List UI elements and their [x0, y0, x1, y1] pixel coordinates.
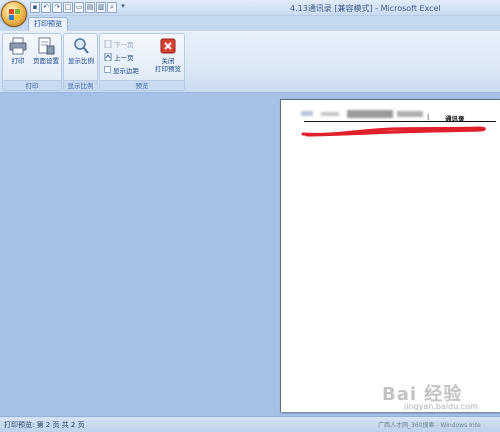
print-group-label: 打印 — [3, 80, 61, 90]
print-preview-icon[interactable]: ▤ — [85, 2, 95, 13]
page-setup-icon — [37, 37, 55, 55]
zoom-label: 显示比例 — [68, 57, 94, 65]
print-group: 打印 页面设置 打印 — [2, 33, 62, 91]
red-annotation-underline — [301, 126, 486, 137]
undo-icon[interactable]: ↶ — [41, 2, 51, 13]
preview-group-label: 预览 — [100, 80, 184, 90]
quick-print-icon[interactable]: ▥ — [96, 2, 106, 13]
next-page-label: 下一页 — [114, 40, 134, 49]
next-page-icon — [104, 39, 112, 48]
ribbon: 打印 页面设置 打印 显示比例 显示比例 下一页 上一页 显示边距 关闭 打印预… — [0, 31, 500, 93]
redacted-text — [397, 111, 423, 117]
page-setup-button[interactable]: 页面设置 — [32, 36, 60, 76]
close-label-line1: 关闭 — [161, 57, 175, 65]
print-button[interactable]: 打印 — [4, 36, 32, 76]
show-margins-label: 显示边距 — [113, 66, 139, 75]
preview-page[interactable]: | 通讯录 — [280, 99, 500, 412]
status-bar: 打印预览: 第 2 页 共 2 页 广西人才网_360搜索 - Windows … — [0, 416, 500, 432]
close-icon — [159, 37, 177, 55]
previous-page-icon — [104, 52, 112, 61]
redo-icon[interactable]: ↷ — [52, 2, 62, 13]
previous-page-label: 上一页 — [114, 53, 134, 62]
office-button[interactable] — [1, 1, 27, 27]
baidu-watermark-url: jingyan.baidu.com — [404, 402, 478, 411]
preview-group: 下一页 上一页 显示边距 关闭 打印预览 预览 — [99, 33, 185, 91]
print-label: 打印 — [11, 57, 25, 65]
zoom-group-label: 显示比例 — [64, 80, 97, 90]
next-page-button[interactable]: 下一页 — [104, 38, 134, 49]
page-separator: | — [427, 113, 430, 121]
previous-page-button[interactable]: 上一页 — [104, 51, 134, 62]
title-bar: ▪ ↶ ↷ □ ▭ ▤ ▥ ⌕ ▾ 4.13通讯录 [兼容模式] - Micro… — [0, 0, 500, 16]
redacted-text — [301, 111, 313, 116]
window-title: 4.13通讯录 [兼容模式] - Microsoft Excel — [290, 4, 441, 13]
close-label-line2: 打印预览 — [155, 65, 181, 73]
zoom-group: 显示比例 显示比例 — [63, 33, 98, 91]
new-icon[interactable]: □ — [63, 2, 73, 13]
taskbar-item[interactable]: 广西人才网_360搜索 - Windows Inte — [378, 420, 481, 429]
page-header: | 通讯录 — [301, 108, 496, 137]
printer-icon — [9, 37, 27, 55]
checkbox-icon — [104, 66, 111, 73]
redacted-text — [321, 112, 339, 116]
redacted-text — [347, 110, 393, 118]
header-underline — [304, 121, 496, 122]
magnifier-icon — [72, 37, 90, 55]
save-icon[interactable]: ▪ — [30, 2, 40, 13]
quick-access-toolbar: ▪ ↶ ↷ □ ▭ ▤ ▥ ⌕ ▾ — [30, 2, 128, 14]
preview-workspace[interactable]: | 通讯录 — [0, 93, 500, 416]
page-setup-label: 页面设置 — [33, 57, 59, 65]
open-icon[interactable]: ▭ — [74, 2, 84, 13]
find-icon[interactable]: ⌕ — [107, 2, 117, 13]
tab-print-preview[interactable]: 打印预览 — [28, 17, 68, 31]
page-status: 打印预览: 第 2 页 共 2 页 — [4, 421, 85, 429]
close-print-preview-button[interactable]: 关闭 打印预览 — [152, 36, 184, 76]
ribbon-tab-row: 打印预览 — [0, 16, 500, 31]
customize-toolbar-icon[interactable]: ▾ — [118, 2, 128, 13]
show-margins-checkbox[interactable]: 显示边距 — [104, 64, 139, 75]
office-logo-icon — [9, 9, 21, 21]
zoom-button[interactable]: 显示比例 — [67, 36, 95, 76]
